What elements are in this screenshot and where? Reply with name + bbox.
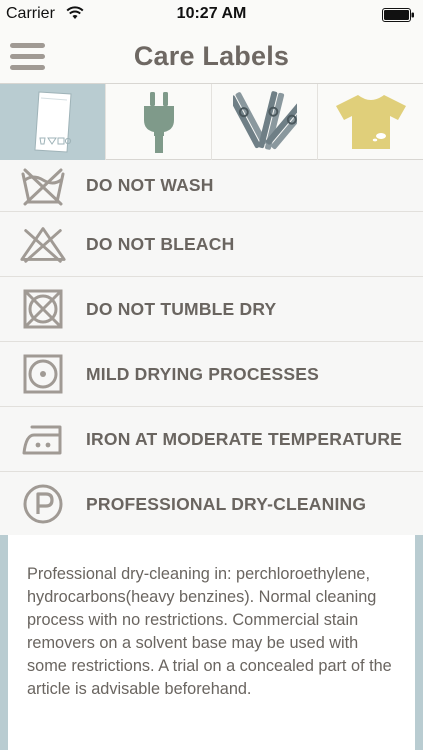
list-item-label: IRON AT MODERATE TEMPERATURE (86, 428, 403, 449)
category-tab-bar (0, 84, 423, 160)
mild-drying-icon (23, 354, 63, 394)
detail-card: Professional dry-cleaning in: perchloroe… (8, 535, 415, 750)
clock: 10:27 AM (176, 5, 247, 22)
care-tag-icon (33, 91, 72, 153)
do-not-bleach-icon (20, 227, 66, 263)
list-item-iron-moderate[interactable]: IRON AT MODERATE TEMPERATURE (0, 407, 423, 472)
tab-drying[interactable] (212, 84, 318, 160)
tab-stains[interactable] (318, 84, 423, 160)
tab-care-tags[interactable] (0, 84, 106, 160)
list-item-label: DO NOT WASH (86, 175, 214, 195)
care-label-list: DO NOT WASH DO NOT BLEACH DO NOT TUMBLE … (0, 160, 423, 537)
list-item-professional-dry-cleaning[interactable]: PROFESSIONAL DRY-CLEANING (0, 472, 423, 537)
list-item-do-not-bleach[interactable]: DO NOT BLEACH (0, 212, 423, 277)
list-item-mild-drying[interactable]: MILD DRYING PROCESSES (0, 342, 423, 407)
do-not-wash-icon (21, 168, 65, 205)
power-plug-icon (143, 92, 174, 153)
navigation-bar: Care Labels (0, 30, 423, 84)
list-item-do-not-tumble-dry[interactable]: DO NOT TUMBLE DRY (0, 277, 423, 342)
battery-icon (382, 8, 414, 22)
clothespins-icon (232, 91, 297, 150)
status-bar: Carrier 10:27 AM (0, 0, 423, 30)
tab-appliances[interactable] (106, 84, 212, 160)
professional-dry-cleaning-icon (23, 484, 63, 524)
detail-description: Professional dry-cleaning in: perchloroe… (27, 565, 392, 698)
iron-moderate-icon (22, 425, 62, 455)
list-item-label: MILD DRYING PROCESSES (86, 363, 320, 384)
list-item-label: DO NOT TUMBLE DRY (86, 298, 277, 319)
page-title: Care Labels (133, 41, 290, 71)
do-not-tumble-dry-icon (23, 289, 63, 329)
list-item-label: DO NOT BLEACH (86, 233, 235, 254)
list-item-label: PROFESSIONAL DRY-CLEANING (86, 493, 367, 514)
stained-tshirt-icon (335, 95, 406, 149)
detail-panel: Professional dry-cleaning in: perchloroe… (0, 535, 423, 750)
list-item-do-not-wash[interactable]: DO NOT WASH (0, 160, 423, 212)
